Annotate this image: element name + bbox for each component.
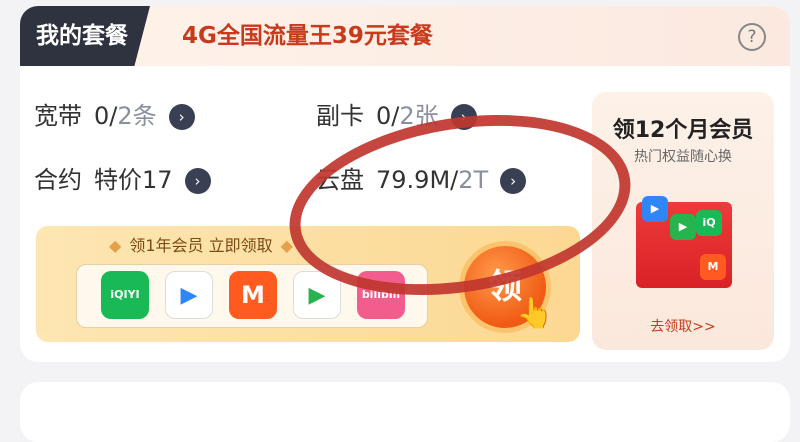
contract-value: 特价17	[94, 166, 173, 194]
broadband-item[interactable]: 宽带 0/2条 ›	[34, 96, 195, 136]
subcard-item[interactable]: 副卡 0/2张 ›	[316, 96, 477, 136]
chevron-right-icon[interactable]: ›	[450, 104, 477, 130]
gift-box-icon: ▶ ▶ iQ M	[636, 196, 732, 288]
membership-promo-banner[interactable]: ◆ 领1年会员 立即领取 ◆ iQIYI ▶ M ▶ bilibili 领 👆	[36, 226, 580, 342]
youku-app-icon[interactable]: ▶	[165, 271, 213, 319]
plan-card: 我的套餐 4G全国流量王39元套餐 ? 宽带 0/2条 › 副卡 0/2张 › 合约 特价…	[20, 6, 790, 362]
subcard-total: 2张	[399, 102, 439, 130]
broadband-used: 0/	[94, 102, 118, 130]
side-card-subtitle: 热门权益随心换	[634, 149, 732, 165]
youku-mini-icon: ▶	[642, 196, 668, 222]
membership-side-card[interactable]: 领12个月会员 热门权益随心换 ▶ ▶ iQ M 去领取>>	[592, 92, 774, 350]
cloud-total: 2T	[458, 166, 489, 194]
broadband-label: 宽带	[34, 102, 82, 130]
tencent-mini-icon: ▶	[670, 214, 696, 240]
bilibili-app-icon[interactable]: bilibili	[357, 271, 405, 319]
contract-label: 合约	[34, 166, 82, 194]
chevron-right-icon[interactable]: ›	[184, 168, 211, 194]
side-card-title: 领12个月会员	[612, 118, 754, 143]
chevron-right-icon[interactable]: ›	[500, 168, 527, 194]
mgtv-app-icon[interactable]: M	[229, 271, 277, 319]
next-card	[20, 382, 790, 442]
promo-title-text: 领1年会员 立即领取	[129, 236, 273, 255]
cloud-label: 云盘	[316, 166, 364, 194]
subcard-label: 副卡	[316, 102, 364, 130]
mgtv-mini-icon: M	[700, 254, 726, 280]
promo-title: ◆ 领1年会员 立即领取 ◆	[36, 232, 366, 256]
contract-item[interactable]: 合约 特价17 ›	[34, 160, 211, 200]
broadband-total: 2条	[117, 102, 157, 130]
claim-link[interactable]: 去领取>>	[592, 316, 774, 336]
subcard-used: 0/	[376, 102, 400, 130]
iqiyi-app-icon[interactable]: iQIYI	[101, 271, 149, 319]
cloud-storage-item[interactable]: 云盘 79.9M/2T ›	[316, 160, 527, 200]
help-icon[interactable]: ?	[738, 23, 766, 51]
my-plan-tab[interactable]: 我的套餐	[20, 6, 150, 66]
chevron-right-icon[interactable]: ›	[168, 104, 195, 130]
pointing-hand-icon: 👆	[516, 296, 554, 331]
cloud-used: 79.9M/	[376, 166, 459, 194]
tencent-video-app-icon[interactable]: ▶	[293, 271, 341, 319]
diamond-icon: ◆	[280, 236, 293, 255]
iqiyi-mini-icon: iQ	[696, 210, 722, 236]
plan-name[interactable]: 4G全国流量王39元套餐	[182, 6, 433, 66]
partner-apps: iQIYI ▶ M ▶ bilibili	[76, 264, 428, 328]
plan-header: 我的套餐 4G全国流量王39元套餐 ?	[20, 6, 790, 66]
diamond-icon: ◆	[109, 236, 122, 255]
